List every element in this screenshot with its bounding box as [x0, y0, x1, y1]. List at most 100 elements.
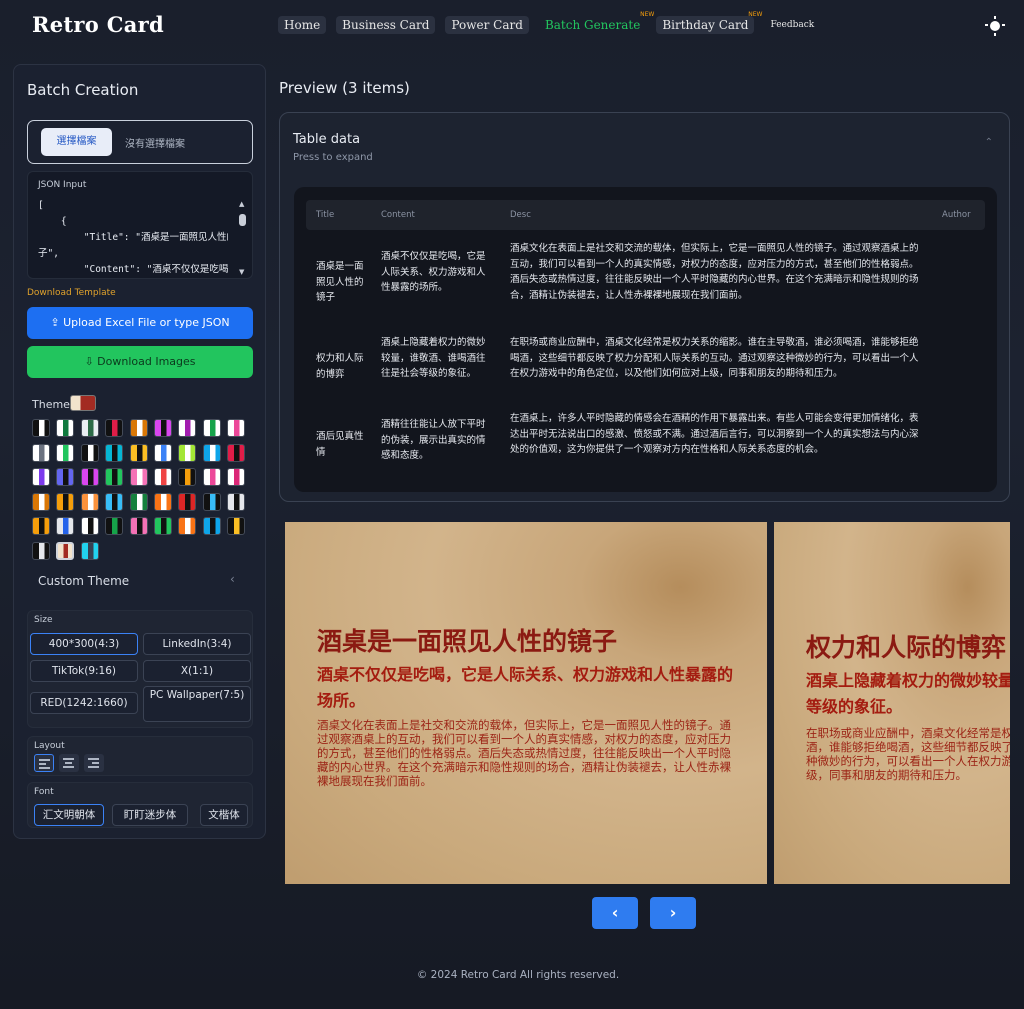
theme-swatch[interactable] — [202, 468, 221, 486]
size-option-linkedin[interactable]: LinkedIn(3:4) — [143, 633, 251, 655]
nav-birthday-card[interactable]: Birthday Card NEW — [656, 11, 762, 34]
card-preview: 酒桌是一面照见人性的镜子 酒桌不仅仅是吃喝，它是人际关系、权力游戏和人性暴露的场… — [285, 522, 767, 884]
size-option-pc-wallpaper[interactable]: PC Wallpaper(7:5) — [143, 686, 251, 722]
theme-swatch[interactable] — [80, 517, 99, 535]
theme-swatch[interactable] — [129, 443, 148, 462]
theme-swatch[interactable] — [32, 541, 50, 560]
scroll-down-icon[interactable]: ▼ — [239, 268, 244, 276]
theme-swatch[interactable] — [178, 468, 197, 486]
theme-swatch[interactable] — [80, 443, 99, 462]
align-center-icon[interactable] — [59, 754, 79, 772]
theme-swatch[interactable] — [178, 517, 197, 535]
custom-theme-toggle[interactable]: Custom Theme — [38, 574, 129, 588]
cell-title: 酒后见真性情 — [316, 431, 364, 458]
sun-icon[interactable] — [985, 16, 1005, 36]
new-badge: NEW — [640, 11, 655, 18]
theme-swatch[interactable] — [129, 492, 148, 511]
theme-swatch[interactable] — [80, 468, 99, 486]
file-input[interactable]: 選擇檔案 沒有選擇檔案 — [27, 120, 253, 164]
nav-power-card[interactable]: Power Card — [445, 16, 529, 34]
size-option-red[interactable]: RED(1242:1660) — [30, 692, 138, 714]
size-option-4-3[interactable]: 400*300(4:3) — [30, 633, 138, 655]
next-button[interactable]: › — [650, 897, 696, 929]
align-right-icon[interactable] — [84, 754, 104, 772]
theme-swatch[interactable] — [80, 419, 99, 437]
size-option-tiktok[interactable]: TikTok(9:16) — [30, 660, 138, 682]
align-left-icon[interactable] — [34, 754, 54, 772]
theme-swatch[interactable] — [105, 492, 124, 511]
choose-file-button[interactable]: 選擇檔案 — [41, 128, 112, 156]
theme-swatch[interactable] — [227, 492, 246, 511]
layout-label: Layout — [34, 741, 65, 751]
json-input-field[interactable]: [ { "Title": "酒桌是一面照见人性的镜 子", "Content":… — [38, 198, 228, 276]
card-content: 酒桌上隐藏着权力的微妙较量，谁敬酒、谁喝酒往往是社会等级的象征。 — [806, 671, 1010, 716]
theme-swatch[interactable] — [56, 541, 75, 560]
theme-swatch[interactable] — [202, 419, 221, 437]
nav-batch-generate[interactable]: Batch Generate NEW — [539, 11, 654, 34]
scroll-up-icon[interactable]: ▲ — [239, 200, 244, 208]
chevron-up-icon[interactable]: ⌃ — [985, 137, 993, 148]
theme-swatch[interactable] — [105, 468, 124, 486]
theme-swatch[interactable] — [105, 443, 124, 462]
theme-swatch[interactable] — [227, 419, 246, 437]
file-status: 沒有選擇檔案 — [125, 139, 185, 150]
theme-swatch[interactable] — [32, 517, 50, 535]
font-section: Font 汇文明朝体 盯盯迷步体 文楷体 — [27, 782, 253, 828]
theme-swatch[interactable] — [154, 419, 172, 437]
download-images-button[interactable]: ⇩ Download Images — [27, 346, 253, 378]
font-option-wenkai[interactable]: 文楷体 — [200, 804, 248, 826]
theme-swatch[interactable] — [227, 517, 246, 535]
theme-swatch[interactable] — [129, 468, 148, 486]
theme-swatch[interactable] — [154, 443, 172, 462]
theme-swatch[interactable] — [56, 443, 75, 462]
theme-swatch[interactable] — [32, 443, 50, 462]
theme-swatch[interactable] — [32, 419, 50, 437]
theme-swatch[interactable] — [129, 419, 148, 437]
theme-swatch[interactable] — [32, 468, 50, 486]
theme-swatch[interactable] — [56, 419, 75, 437]
size-option-x[interactable]: X(1:1) — [143, 660, 251, 682]
theme-swatch[interactable] — [56, 517, 75, 535]
theme-swatch[interactable] — [202, 517, 221, 535]
logo[interactable]: Retro Card — [32, 12, 164, 37]
data-table: Title Content Desc Author 酒桌是一面照见人性的镜子 酒… — [294, 187, 997, 492]
theme-swatch[interactable] — [178, 419, 197, 437]
font-option-dingding[interactable]: 盯盯迷步体 — [112, 804, 188, 826]
theme-swatch[interactable] — [56, 492, 75, 511]
nav-birthday-card-label: Birthday Card — [662, 18, 749, 32]
theme-swatch[interactable] — [56, 468, 75, 486]
nav-feedback[interactable]: Feedback — [764, 18, 820, 32]
table-data-panel[interactable]: Table data Press to expand ⌃ Title Conte… — [279, 112, 1010, 502]
theme-swatch[interactable] — [105, 517, 124, 535]
theme-swatch[interactable] — [154, 517, 172, 535]
upload-button-label: Upload Excel File or type JSON — [63, 316, 230, 329]
theme-swatch[interactable] — [227, 468, 246, 486]
upload-button[interactable]: ⇪ Upload Excel File or type JSON — [27, 307, 253, 339]
prev-button[interactable]: ‹ — [592, 897, 638, 929]
theme-swatch[interactable] — [129, 517, 148, 535]
theme-swatch[interactable] — [154, 492, 172, 511]
json-scrollbar[interactable]: ▲ ▼ — [239, 200, 246, 276]
scroll-thumb[interactable] — [239, 214, 246, 226]
theme-swatch[interactable] — [227, 443, 246, 462]
theme-swatch[interactable] — [202, 443, 221, 462]
nav-home[interactable]: Home — [278, 16, 327, 34]
theme-swatch[interactable] — [178, 492, 197, 511]
theme-swatch[interactable] — [32, 492, 50, 511]
card-desc: 酒桌文化在表面上是社交和交流的载体，但实际上，它是一面照见人性的镜子。通过观察酒… — [317, 718, 731, 788]
cell-content: 酒桌上隐藏着权力的微妙较量，谁敬酒、谁喝酒往往是社会等级的象征。 — [381, 337, 486, 379]
chevron-left-icon: ‹ — [611, 903, 619, 922]
theme-swatch[interactable] — [178, 443, 197, 462]
chevron-left-icon[interactable]: ‹ — [230, 572, 235, 586]
cell-content: 酒桌不仅仅是吃喝，它是人际关系、权力游戏和人性暴露的场所。 — [381, 251, 486, 293]
theme-swatch[interactable] — [105, 419, 124, 437]
download-template-link[interactable]: Download Template — [27, 288, 116, 298]
nav-business-card[interactable]: Business Card — [336, 16, 436, 34]
json-input-box[interactable]: JSON Input [ { "Title": "酒桌是一面照见人性的镜 子",… — [27, 171, 253, 279]
batch-creation-panel: Batch Creation 選擇檔案 沒有選擇檔案 JSON Input [ … — [13, 64, 266, 839]
font-option-huiwen[interactable]: 汇文明朝体 — [34, 804, 104, 826]
theme-swatch[interactable] — [202, 492, 221, 511]
theme-swatch[interactable] — [80, 492, 99, 511]
theme-swatch[interactable] — [80, 541, 99, 560]
theme-swatch[interactable] — [154, 468, 172, 486]
